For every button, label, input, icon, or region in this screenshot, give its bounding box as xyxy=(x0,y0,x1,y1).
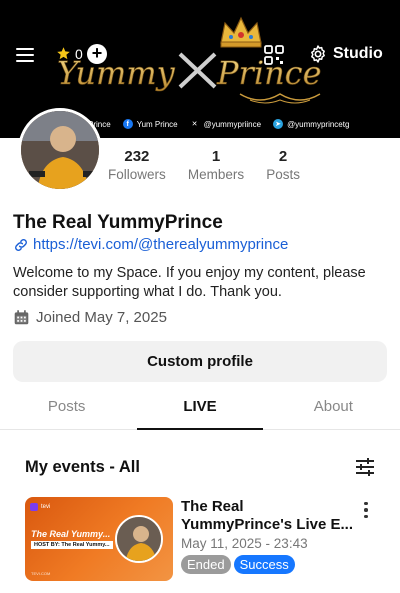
tevi-logo: tevi xyxy=(30,503,50,511)
top-bar: 0 + Studio xyxy=(0,38,400,74)
qr-code-icon[interactable] xyxy=(264,45,284,65)
menu-button[interactable] xyxy=(16,44,38,66)
custom-profile-button[interactable]: Custom profile xyxy=(13,341,387,382)
members-stat[interactable]: 1 Members xyxy=(188,148,244,182)
banner-social-telegram: ➤ @yummyprincetg xyxy=(273,119,349,129)
banner-social-links: Prince f Yum Prince ✕ @yummypriince ➤ @y… xyxy=(88,116,349,132)
status-badge-ended: Ended xyxy=(181,555,231,574)
star-count: 0 xyxy=(75,45,83,62)
joined-date: Joined May 7, 2025 xyxy=(13,309,167,326)
filter-sliders-icon[interactable] xyxy=(354,456,376,478)
more-options-icon[interactable] xyxy=(358,499,374,521)
gear-icon xyxy=(311,45,325,63)
thumbnail-footer: TEVI.COM xyxy=(31,571,51,576)
joined-text: Joined May 7, 2025 xyxy=(36,309,167,326)
telegram-icon: ➤ xyxy=(273,119,284,129)
profile-bio: Welcome to my Space. If you enjoy my con… xyxy=(13,265,366,300)
thumbnail-title: The Real Yummy... xyxy=(31,529,111,539)
tab-posts[interactable]: Posts xyxy=(0,386,133,429)
studio-button[interactable]: Studio xyxy=(308,44,383,64)
thumbnail-host: HOST BY: The Real Yummy... xyxy=(31,541,113,549)
event-title: The Real YummyPrince's Live E... xyxy=(181,498,353,533)
avatar-image xyxy=(21,111,99,189)
event-card[interactable]: tevi The Real Yummy... HOST BY: The Real… xyxy=(25,497,387,583)
avatar[interactable] xyxy=(18,108,102,192)
event-date: May 11, 2025 - 23:43 xyxy=(181,536,308,551)
facebook-icon: f xyxy=(122,119,133,129)
status-badge-success: Success xyxy=(233,555,295,574)
event-badges: Ended Success xyxy=(181,555,295,574)
star-counter[interactable]: 0 xyxy=(55,45,83,62)
banner-social-facebook: f Yum Prince xyxy=(122,119,178,129)
calendar-icon xyxy=(14,310,29,325)
profile-stats: 232 Followers 1 Members 2 Posts xyxy=(108,148,300,182)
profile-name: The Real YummyPrince xyxy=(13,212,223,233)
link-icon xyxy=(15,238,27,251)
profile-link[interactable]: https://tevi.com/@therealyummyprince xyxy=(13,236,288,253)
thumbnail-avatar xyxy=(115,515,163,563)
tab-about[interactable]: About xyxy=(267,386,400,429)
event-thumbnail: tevi The Real Yummy... HOST BY: The Real… xyxy=(25,497,173,581)
tab-live[interactable]: LIVE xyxy=(133,386,266,430)
banner-social-x: ✕ @yummypriince xyxy=(189,119,261,129)
add-button[interactable]: + xyxy=(87,44,107,64)
profile-tabs: Posts LIVE About xyxy=(0,386,400,430)
followers-stat[interactable]: 232 Followers xyxy=(108,148,166,182)
posts-stat[interactable]: 2 Posts xyxy=(266,148,300,182)
studio-label: Studio xyxy=(333,45,383,62)
profile-link-text: https://tevi.com/@therealyummyprince xyxy=(33,236,289,253)
events-section-title: My events - All xyxy=(25,458,140,476)
x-icon: ✕ xyxy=(189,119,200,129)
star-icon xyxy=(55,45,72,61)
